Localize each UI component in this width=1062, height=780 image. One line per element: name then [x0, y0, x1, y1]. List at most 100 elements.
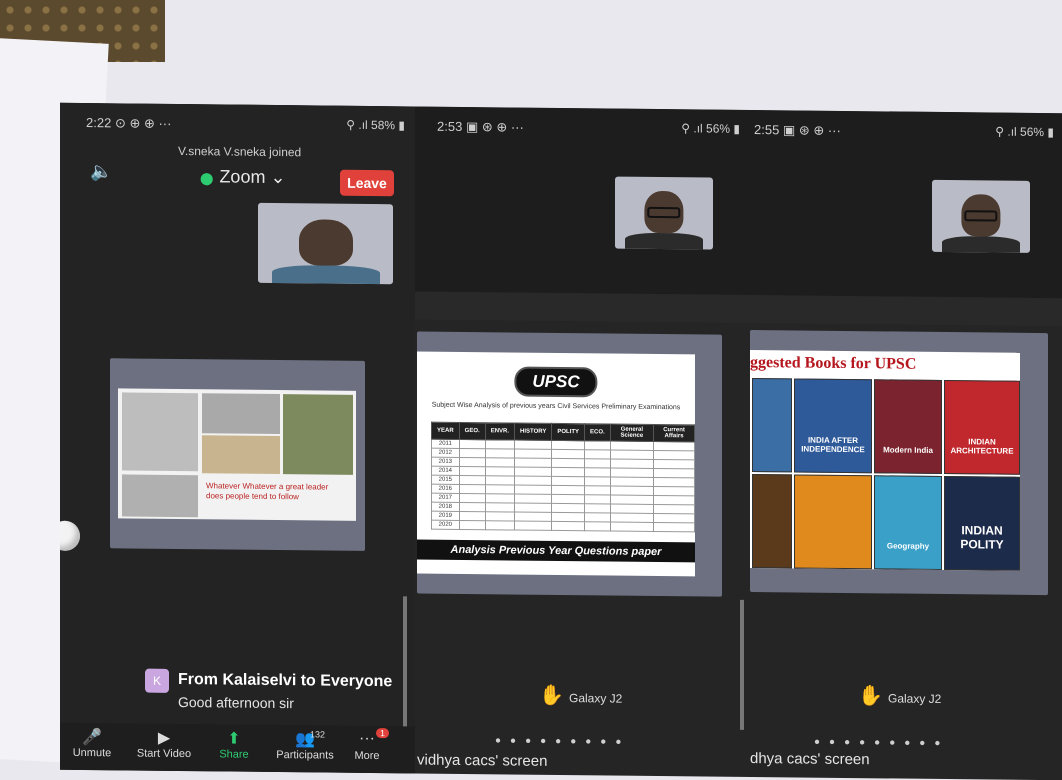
start-video-label: Start Video: [136, 747, 192, 761]
book-cover: INDIA AFTER INDEPENDENCE: [794, 378, 872, 474]
table-cell: [485, 520, 515, 531]
glasses: [647, 207, 681, 219]
battery-level: ⚲ .ıl 58% ▮: [346, 117, 405, 133]
table-cell: [551, 494, 585, 504]
device-name: Galaxy J2: [569, 691, 623, 706]
notification-badge: 1: [376, 728, 390, 739]
battery-level: ⚲ .ıl 56% ▮: [681, 121, 740, 136]
table-header-cell: ENVR.: [485, 422, 515, 441]
table-cell: [653, 477, 695, 487]
speaker-icon[interactable]: 🔈: [90, 161, 112, 182]
table-cell: [485, 439, 515, 450]
year-cell: 2014: [431, 466, 460, 476]
start-video-button[interactable]: ▶ Start Video: [132, 728, 196, 761]
battery-text: 58%: [371, 118, 396, 133]
table-cell: [514, 503, 552, 513]
table-cell: [485, 484, 515, 495]
table-cell: [584, 476, 611, 487]
table-header-cell: ECO.: [584, 423, 611, 442]
screen-owner-label: dhya cacs' screen: [750, 749, 870, 769]
screen-divider: [740, 599, 744, 730]
shield-icon: ⬤: [200, 171, 214, 186]
shared-screen: ggested Books for UPSC INDIA AFTER INDEP…: [750, 329, 1048, 596]
glasses: [964, 210, 998, 222]
table-cell: [584, 494, 611, 505]
table-header-cell: YEAR: [431, 422, 460, 440]
table-cell: [610, 459, 654, 469]
mic-muted-icon: 🎤: [82, 728, 102, 747]
table-cell: [610, 477, 654, 487]
table-cell: [551, 467, 585, 477]
participant-video[interactable]: [932, 179, 1030, 253]
phone-screen-2: 2:53 ▣ ⊛ ⊕ ··· ⚲ .ıl 56% ▮ UPSC Subject …: [403, 106, 750, 777]
table-cell: [514, 476, 552, 486]
table-cell: [610, 522, 654, 532]
table-header-cell: General Science: [610, 424, 654, 442]
table-cell: [514, 494, 552, 504]
table-header-cell: POLITY: [551, 423, 585, 441]
unmute-button[interactable]: 🎤 Unmute: [60, 727, 124, 760]
table-cell: [485, 457, 515, 468]
leader-photo: [122, 392, 198, 472]
status-time: 2:55: [754, 122, 780, 138]
leader-photo: [122, 474, 198, 518]
table-cell: [485, 493, 515, 504]
leader-photo: [283, 394, 353, 475]
share-icon: ⬆: [227, 730, 241, 748]
table-cell: [584, 503, 611, 514]
raised-hand-icon: ✋: [539, 684, 564, 708]
chevron-down-icon: ⌄: [270, 166, 286, 188]
table-cell: [584, 458, 611, 469]
table-cell: [514, 521, 552, 531]
table-cell: [459, 511, 486, 521]
table-cell: [459, 493, 486, 503]
slide-subtitle: Subject Wise Analysis of previous years …: [431, 401, 681, 412]
share-button[interactable]: ⬆ Share: [202, 728, 266, 761]
table-body: 2011 2012 2013 2014 2015 2016 2017 2018 2019 2020: [431, 439, 695, 532]
share-label: Share: [219, 748, 249, 761]
table-cell: [653, 459, 695, 469]
year-cell: 2015: [431, 475, 460, 485]
leave-button[interactable]: Leave: [340, 169, 394, 197]
zoom-screens-photo: 2:22 ⊙ ⊕ ⊕ ··· ⚲ .ıl 58% ▮ V.sneka V.sne…: [60, 102, 1062, 780]
table-cell: [610, 486, 654, 496]
book-cover: INDIAN POLITY: [944, 476, 1020, 571]
book-cover: Geography: [874, 475, 942, 570]
meeting-title[interactable]: ⬤ Zoom ⌄: [200, 166, 286, 188]
table-cell: [610, 441, 654, 451]
table-cell: [514, 467, 552, 477]
battery-text: 56%: [1020, 124, 1045, 140]
table-cell: [584, 521, 611, 532]
table-cell: [459, 448, 486, 458]
table-cell: [459, 502, 486, 512]
more-button[interactable]: ··· 1 More: [340, 728, 394, 763]
table-cell: [551, 440, 585, 450]
table-cell: [459, 484, 486, 494]
floating-ball[interactable]: [60, 520, 80, 551]
leader-photo: [202, 393, 280, 435]
table-cell: [459, 457, 486, 467]
table-cell: [459, 439, 486, 449]
slide-upsc-analysis: UPSC Subject Wise Analysis of previous y…: [417, 351, 695, 577]
phone-screen-3: 2:55 ▣ ⊛ ⊕ ··· ⚲ .ıl 56% ▮ ggested Books…: [740, 110, 1062, 780]
table-cell: [551, 485, 585, 495]
participant-video[interactable]: [258, 202, 393, 285]
page-dots: ●●●●●●●●●: [814, 736, 950, 750]
status-bar: 2:53 ▣ ⊛ ⊕ ··· ⚲ .ıl 56% ▮: [415, 116, 750, 142]
table-cell: [653, 495, 695, 505]
table-header-cell: GEO.: [459, 422, 486, 440]
table-cell: [653, 486, 695, 496]
battery-text: 56%: [706, 121, 731, 136]
table-cell: [551, 476, 585, 486]
participant-video[interactable]: [615, 176, 713, 250]
year-cell: 2020: [431, 520, 460, 530]
table-cell: [610, 495, 654, 505]
table-cell: [610, 504, 654, 514]
table-cell: [610, 450, 654, 460]
table-cell: [514, 458, 552, 468]
phone-screen-1: 2:22 ⊙ ⊕ ⊕ ··· ⚲ .ıl 58% ▮ V.sneka V.sne…: [60, 102, 415, 774]
raised-hand-icon: ✋: [858, 685, 883, 708]
table-cell: [653, 450, 695, 460]
year-cell: 2013: [431, 457, 460, 467]
participants-button[interactable]: 👥 132 Participants: [270, 729, 340, 762]
